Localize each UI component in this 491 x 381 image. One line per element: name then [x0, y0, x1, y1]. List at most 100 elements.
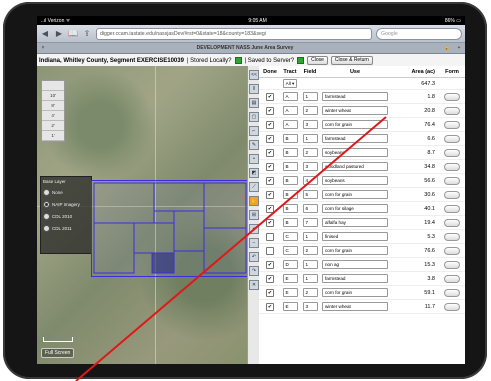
tract-input[interactable]: B: [282, 162, 298, 171]
form-button[interactable]: [444, 190, 460, 199]
field-input[interactable]: 1: [302, 92, 318, 101]
done-checkbox[interactable]: ✔: [266, 148, 274, 157]
done-checkbox[interactable]: ✔: [266, 92, 274, 101]
done-checkbox[interactable]: ✔: [266, 134, 274, 143]
tract-input[interactable]: C: [282, 246, 298, 255]
table-row[interactable]: C 2 corn for grain 76.6: [259, 244, 465, 258]
done-checkbox[interactable]: ✔: [266, 106, 274, 115]
use-input[interactable]: corn for grain: [322, 288, 388, 297]
field-input[interactable]: 6: [302, 204, 318, 213]
fullscreen-button[interactable]: Full Screen: [41, 348, 75, 358]
url-field[interactable]: digger.ccam.iastate.edu/nassjasDev/#rst=…: [96, 27, 372, 40]
forward-icon[interactable]: ▶: [54, 29, 64, 38]
edit-icon[interactable]: ◩: [249, 168, 259, 178]
table-row[interactable]: ✔ B 2 soybeans 8.7: [259, 146, 465, 160]
done-checkbox[interactable]: [266, 246, 274, 255]
form-button[interactable]: [444, 134, 460, 143]
radio-icon[interactable]: [43, 225, 50, 232]
tract-input[interactable]: E: [282, 274, 298, 283]
form-button[interactable]: [444, 204, 460, 213]
use-input[interactable]: farmstead: [322, 92, 388, 101]
zoom-level[interactable]: [42, 81, 64, 91]
field-input[interactable]: 5: [302, 190, 318, 199]
use-input[interactable]: soybeans: [322, 148, 388, 157]
tract-input[interactable]: A: [282, 92, 298, 101]
close-button[interactable]: Close: [307, 56, 328, 65]
table-row[interactable]: ✔ B 3 woodland pastured 34.8: [259, 160, 465, 174]
table-row[interactable]: ✔ A 2 winter wheat 20.8: [259, 104, 465, 118]
done-checkbox[interactable]: ✔: [266, 176, 274, 185]
select-icon[interactable]: ▢: [249, 112, 259, 122]
form-button[interactable]: [444, 246, 460, 255]
zoom-level[interactable]: 2': [42, 121, 64, 131]
radio-icon[interactable]: [43, 213, 50, 220]
layer-option-naip[interactable]: NAIP Imagery: [43, 201, 89, 208]
form-button[interactable]: [444, 288, 460, 297]
field-input[interactable]: 2: [302, 288, 318, 297]
done-checkbox[interactable]: ✔: [266, 260, 274, 269]
share-icon[interactable]: ⇪: [82, 29, 92, 38]
field-input[interactable]: 4: [302, 176, 318, 185]
zoom-level[interactable]: 10': [42, 91, 64, 101]
field-input[interactable]: 7: [302, 218, 318, 227]
point-icon[interactable]: •: [249, 154, 259, 164]
use-input[interactable]: corn for grain: [322, 246, 388, 255]
collapse-panel-button[interactable]: <<: [249, 70, 259, 80]
field-input[interactable]: 1: [302, 134, 318, 143]
tract-input[interactable]: B: [282, 190, 298, 199]
form-button[interactable]: [444, 218, 460, 227]
form-button[interactable]: [444, 260, 460, 269]
tract-input[interactable]: C: [282, 232, 298, 241]
table-row[interactable]: ✔ B 7 alfalfa hay 19.4: [259, 216, 465, 230]
table-row[interactable]: ✔ E 1 farmstead 3.8: [259, 272, 465, 286]
field-boundaries[interactable]: [91, 180, 249, 277]
field-input[interactable]: 2: [302, 246, 318, 255]
tract-input[interactable]: B: [282, 134, 298, 143]
back-icon[interactable]: ◀: [40, 29, 50, 38]
use-input[interactable]: winter wheat: [322, 302, 388, 311]
pause-icon[interactable]: ‖: [249, 84, 259, 94]
tab-title[interactable]: DEVELOPMENT NASS June Area Survey: [49, 45, 441, 51]
field-input[interactable]: 1: [302, 260, 318, 269]
table-row[interactable]: C 1 finised 5.3: [259, 230, 465, 244]
bookmarks-icon[interactable]: 📖: [68, 29, 78, 38]
tract-input[interactable]: E: [282, 288, 298, 297]
done-checkbox[interactable]: ✔: [266, 288, 274, 297]
form-button[interactable]: [444, 92, 460, 101]
use-input[interactable]: soybeans: [322, 176, 388, 185]
form-button[interactable]: [444, 274, 460, 283]
form-button[interactable]: [444, 148, 460, 157]
undo-icon[interactable]: ↶: [249, 252, 259, 262]
close-return-button[interactable]: Close & Return: [330, 56, 373, 65]
use-input[interactable]: alfalfa hay: [322, 218, 388, 227]
table-row[interactable]: ✔ B 1 farmstead 6.6: [259, 132, 465, 146]
zoom-out-icon[interactable]: −: [249, 238, 259, 248]
done-checkbox[interactable]: ✔: [266, 162, 274, 171]
zoom-level[interactable]: 1': [42, 131, 64, 141]
field-input[interactable]: 3: [302, 162, 318, 171]
zoom-level[interactable]: 4': [42, 111, 64, 121]
form-button[interactable]: [444, 232, 460, 241]
layers-icon[interactable]: ▤: [249, 98, 259, 108]
use-input[interactable]: corn for grain: [322, 190, 388, 199]
tract-input[interactable]: B: [282, 176, 298, 185]
merge-icon[interactable]: ⊞: [249, 210, 259, 220]
pan-icon[interactable]: ✋: [249, 196, 259, 206]
table-row[interactable]: ✔ B 5 corn for grain 30.6: [259, 188, 465, 202]
form-button[interactable]: [444, 176, 460, 185]
done-checkbox[interactable]: ✔: [266, 274, 274, 283]
form-button[interactable]: [444, 106, 460, 115]
tract-filter-select[interactable]: All ▾: [282, 79, 298, 88]
tract-input[interactable]: B: [282, 204, 298, 213]
radio-selected-icon[interactable]: [43, 201, 50, 208]
use-input[interactable]: non ag: [322, 260, 388, 269]
use-input[interactable]: farmstead: [322, 134, 388, 143]
layer-option-none[interactable]: None: [43, 189, 89, 196]
use-input[interactable]: woodland pastured: [322, 162, 388, 171]
table-row[interactable]: ✔ E 3 winter wheat 11.7: [259, 300, 465, 314]
use-input[interactable]: corn for silage: [322, 204, 388, 213]
field-input[interactable]: 2: [302, 106, 318, 115]
table-row[interactable]: ✔ A 1 farmstead 1.8: [259, 90, 465, 104]
tract-input[interactable]: A: [282, 120, 298, 129]
measure-icon[interactable]: ⌐: [249, 126, 259, 136]
